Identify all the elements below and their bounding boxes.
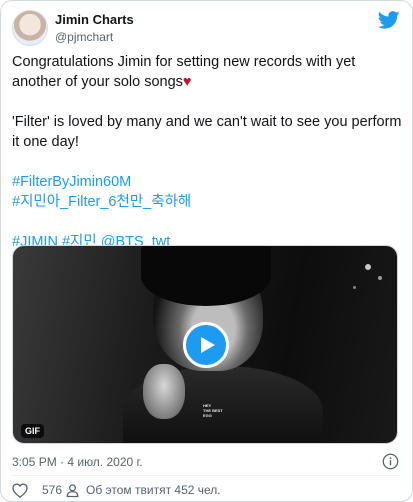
tweet-line-1: Congratulations Jimin for setting new re…	[12, 52, 404, 92]
hashtag-korean[interactable]: #지민아_Filter_6천만_축하해	[12, 194, 191, 210]
gif-figure-hair	[141, 246, 271, 306]
divider	[12, 475, 400, 476]
tweet-card[interactable]: Jimin Charts @pjmchart Congratulations J…	[0, 0, 413, 502]
tweet-line-2: 'Filter' is loved by many and we can't w…	[12, 114, 402, 150]
info-icon[interactable]	[382, 453, 399, 470]
bokeh-light	[353, 286, 356, 289]
likes-count: 576	[42, 483, 63, 497]
tweet-text: Congratulations Jimin for setting new re…	[12, 52, 404, 252]
author-handle[interactable]: @pjmchart	[55, 30, 113, 44]
bokeh-light	[365, 264, 371, 270]
like-button[interactable]: 576	[12, 481, 62, 499]
author-name[interactable]: Jimin Charts	[55, 12, 134, 27]
bokeh-light	[378, 276, 382, 280]
play-icon	[201, 337, 215, 353]
tweet-timestamp[interactable]: 3:05 PM · 4 июл. 2020 г.	[12, 455, 143, 469]
twitter-bird-icon[interactable]	[378, 11, 400, 29]
gif-badge: GIF	[21, 424, 44, 438]
shirt-print: HEY THE BEST EGG	[203, 403, 223, 418]
heart-emoji-icon: ♥	[182, 74, 192, 90]
avatar[interactable]	[12, 10, 48, 46]
gif-media[interactable]: HEY THE BEST EGG GIF	[12, 245, 398, 444]
hashtag-filterbyjimin60m[interactable]: #FilterByJimin60M	[12, 174, 131, 190]
person-icon	[66, 483, 79, 497]
gif-figure-hand	[143, 364, 185, 419]
play-button[interactable]	[183, 322, 229, 368]
heart-icon	[12, 482, 28, 498]
talking-count: Об этом твитят 452 чел.	[86, 483, 221, 497]
talking-link[interactable]: Об этом твитят 452 чел.	[65, 481, 221, 499]
